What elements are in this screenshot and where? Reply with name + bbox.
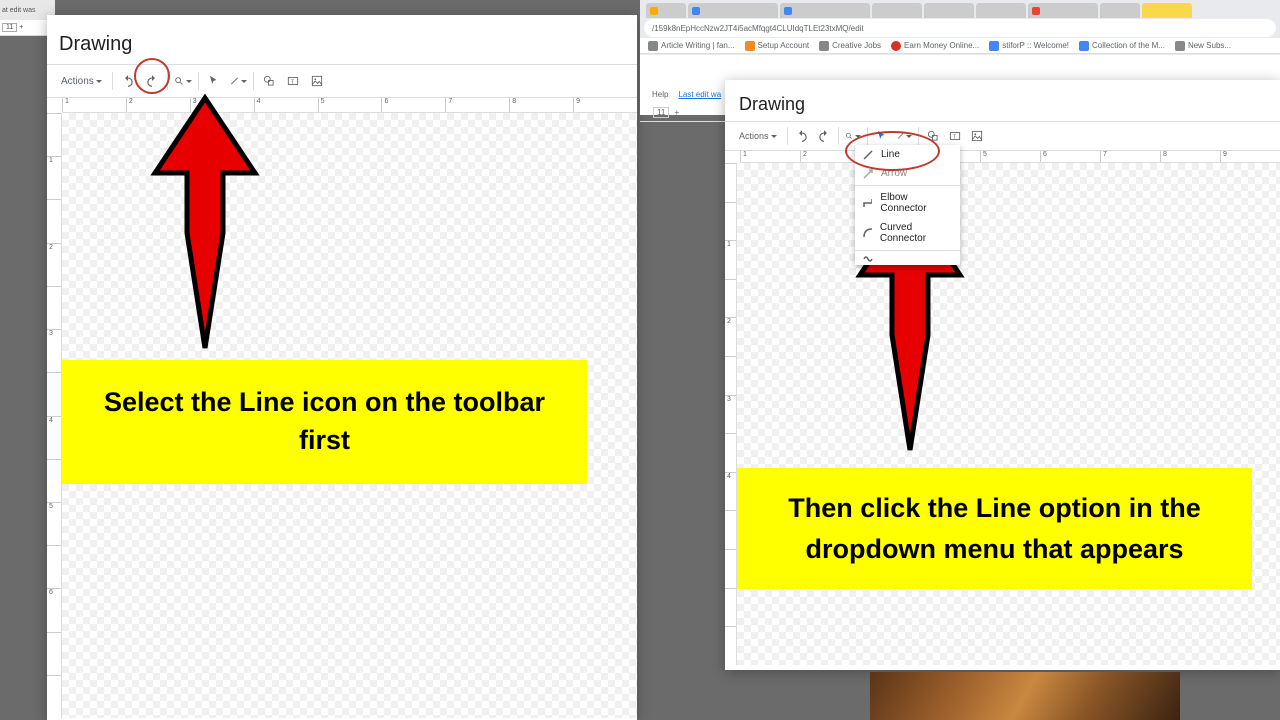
select-tool[interactable] (205, 72, 223, 90)
select-tool[interactable] (874, 128, 890, 144)
bookmark-item[interactable]: New Subs... (1175, 40, 1231, 51)
ruler-vertical: 1 2 3 4 (725, 163, 737, 665)
line-tool[interactable] (896, 128, 912, 144)
image-tool[interactable] (308, 72, 326, 90)
redo-button[interactable] (816, 128, 832, 144)
textbox-tool[interactable]: T (947, 128, 963, 144)
last-edit-link[interactable]: Last edit wa (678, 90, 721, 99)
bg-toolbar-fontsize: 11 + (0, 20, 47, 36)
bookmark-item[interactable]: Article Writing | fan... (648, 40, 735, 51)
dropdown-curved[interactable]: Curved Connector (855, 218, 960, 248)
svg-text:T: T (952, 134, 956, 140)
line-tool[interactable] (229, 72, 247, 90)
redo-button[interactable] (143, 72, 161, 90)
undo-button[interactable] (794, 128, 810, 144)
background-image-strip (870, 672, 1180, 720)
zoom-menu[interactable] (174, 72, 192, 90)
bookmark-item[interactable]: Creative Jobs (819, 40, 881, 51)
ruler-vertical: 1 2 3 4 5 6 (47, 113, 62, 718)
shape-tool[interactable] (260, 72, 278, 90)
browser-tab[interactable] (924, 3, 974, 18)
line-dropdown-menu: Line Arrow Elbow Connector Curved Connec… (855, 145, 960, 265)
dropdown-elbow[interactable]: Elbow Connector (855, 188, 960, 218)
zoom-menu[interactable] (845, 128, 861, 144)
dialog-title: Drawing (725, 80, 1280, 121)
browser-tab[interactable] (646, 3, 686, 18)
drawing-toolbar: Actions T (47, 64, 637, 98)
drawing-canvas[interactable] (737, 163, 1280, 665)
browser-tab[interactable] (1142, 3, 1192, 18)
svg-text:T: T (290, 79, 294, 85)
drawing-toolbar: Actions T (725, 121, 1280, 151)
shape-tool[interactable] (925, 128, 941, 144)
browser-tab[interactable] (780, 3, 870, 18)
dropdown-more[interactable] (855, 253, 960, 265)
bookmark-item[interactable]: Earn Money Online... (891, 40, 979, 51)
browser-tab[interactable] (872, 3, 922, 18)
actions-menu[interactable]: Actions (735, 129, 781, 143)
curve-icon (863, 254, 873, 264)
ruler-horizontal: 1 2 3 4 5 6 7 8 9 (62, 98, 637, 113)
dialog-title: Drawing (47, 15, 637, 64)
annotation-callout-right: Then click the Line option in the dropdo… (737, 468, 1252, 589)
textbox-tool[interactable]: T (284, 72, 302, 90)
browser-tab[interactable] (1028, 3, 1098, 18)
elbow-icon (863, 198, 872, 208)
url-bar[interactable]: /159k8nEpHccNzw2JT4i5acMfqgt4CLUIdqTLEt2… (644, 19, 1276, 37)
bookmark-item[interactable]: Setup Account (745, 40, 810, 51)
browser-chrome: /159k8nEpHccNzw2JT4i5acMfqgt4CLUIdqTLEt2… (640, 0, 1280, 55)
bookmark-item[interactable]: stiforP :: Welcome! (989, 40, 1069, 51)
browser-tab[interactable] (688, 3, 778, 18)
annotation-callout-left: Select the Line icon on the toolbar firs… (62, 360, 587, 484)
dropdown-line[interactable]: Line (855, 145, 960, 164)
browser-tab[interactable] (976, 3, 1026, 18)
help-menu[interactable]: Help (652, 90, 668, 99)
bookmark-bar: Article Writing | fan... Setup Account C… (640, 38, 1280, 54)
browser-tab[interactable] (1100, 3, 1140, 18)
arrow-icon (863, 169, 873, 179)
line-icon (863, 150, 873, 160)
image-tool[interactable] (969, 128, 985, 144)
ruler-horizontal: 1 2 3 4 5 6 7 8 9 (740, 151, 1280, 163)
actions-menu[interactable]: Actions (57, 74, 106, 89)
undo-button[interactable] (119, 72, 137, 90)
dropdown-arrow[interactable]: Arrow (855, 164, 960, 183)
curved-icon (863, 228, 872, 238)
bookmark-item[interactable]: Collection of the M... (1079, 40, 1165, 51)
